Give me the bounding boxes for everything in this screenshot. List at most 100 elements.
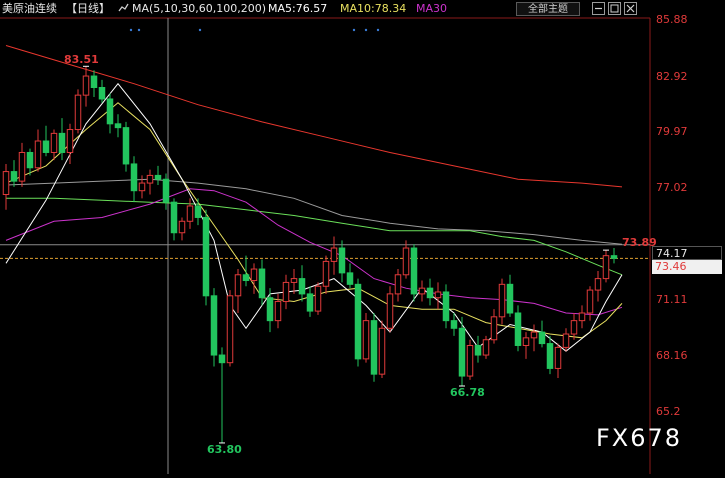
candle-up (138, 182, 146, 192)
candle-down (42, 140, 50, 153)
restore-icon[interactable] (608, 2, 621, 15)
candle-down (106, 98, 114, 125)
candle-down (514, 312, 522, 346)
watermark-logo: FX678 (596, 424, 683, 452)
candle-up (378, 327, 386, 375)
candlestick-chart[interactable] (0, 0, 725, 474)
event-marker (352, 28, 356, 32)
candle-up (178, 220, 186, 234)
candle-down (242, 274, 250, 282)
event-marker (129, 28, 133, 32)
candle-up (498, 283, 506, 318)
event-marker (137, 28, 141, 32)
candle-up (66, 129, 74, 153)
ma10-value: MA10:78.34 (340, 2, 407, 15)
candle-down (98, 87, 106, 100)
candle-up (490, 316, 498, 341)
candle-up (314, 285, 322, 312)
candle-down (410, 247, 418, 295)
y-tick-label: 85.88 (656, 13, 688, 26)
recent-high-annotation: 73.89 (622, 236, 657, 249)
candle-down (218, 354, 226, 364)
candle-up (282, 281, 290, 303)
candle-up (362, 320, 370, 360)
symbol-title: 美原油连续 (2, 2, 57, 15)
y-tick-label: 77.02 (656, 181, 688, 194)
ma100-line (5, 178, 623, 245)
candle-down (546, 343, 554, 369)
candle-down (338, 247, 346, 274)
candle-down (90, 75, 98, 89)
candle-up (562, 333, 570, 348)
candle-down (354, 283, 362, 360)
candle-down (10, 171, 18, 182)
candle-down (538, 331, 546, 345)
candle-down (370, 320, 378, 375)
chart-canvas[interactable] (0, 0, 725, 474)
candle-down (154, 174, 162, 180)
ma60-line (6, 197, 623, 276)
candle-up (586, 289, 594, 314)
event-marker (376, 28, 380, 32)
candle-up (290, 278, 298, 283)
candle-up (330, 247, 338, 262)
candle-up (18, 151, 26, 182)
candle-down (58, 132, 66, 153)
crosshair-price-tag: 74.17 (652, 246, 722, 260)
candle-up (226, 295, 234, 364)
y-tick-label: 68.16 (656, 349, 688, 362)
candle-down (202, 216, 210, 297)
candle-down (26, 151, 34, 169)
candle-down (306, 293, 314, 312)
candle-down (210, 295, 218, 356)
candle-up (250, 268, 258, 282)
candle-up (186, 205, 194, 222)
candle-up (74, 94, 82, 131)
candle-up (322, 260, 330, 287)
candle-up (466, 344, 474, 377)
candle-down (258, 268, 266, 299)
minimize-icon[interactable] (592, 2, 605, 15)
candle-up (82, 75, 90, 96)
candle-down (474, 344, 482, 356)
candle-up (570, 320, 578, 335)
event-marker (364, 28, 368, 32)
period-label[interactable]: 【日线】 (66, 2, 110, 16)
ma200-line (5, 45, 623, 188)
candle-up (554, 346, 562, 369)
candle-up (274, 301, 282, 322)
candle-down (610, 255, 618, 259)
candle-up (578, 312, 586, 322)
candle-up (482, 339, 490, 356)
chart-style-icon[interactable] (118, 2, 129, 17)
y-tick-label: 79.97 (656, 125, 688, 138)
all-themes-button[interactable]: 全部主题 (516, 2, 580, 16)
low-annotation: 66.78 (450, 386, 485, 399)
candle-down (130, 163, 138, 192)
candle-down (170, 201, 178, 234)
ma5-value: MA5:76.57 (268, 2, 328, 15)
current-price-tag: 73.46 (652, 260, 722, 274)
y-tick-label: 71.11 (656, 293, 688, 306)
close-icon[interactable] (624, 2, 637, 15)
high-annotation: 83.51 (64, 53, 99, 66)
candle-up (146, 174, 154, 184)
candle-up (234, 274, 242, 297)
candle-up (34, 140, 42, 169)
candle-down (346, 272, 354, 285)
candle-down (426, 287, 434, 299)
ma-params-label[interactable]: MA(5,10,30,60,100,200) (132, 2, 266, 16)
y-tick-label: 82.92 (656, 70, 688, 83)
candle-down (442, 291, 450, 322)
candle-up (402, 247, 410, 276)
y-tick-label: 65.2 (656, 405, 681, 418)
candle-down (506, 283, 514, 314)
event-marker (198, 28, 202, 32)
candle-up (2, 171, 10, 196)
candle-down (114, 123, 122, 129)
candle-up (394, 274, 402, 295)
candle-up (602, 255, 610, 280)
candle-up (522, 337, 530, 346)
candle-up (418, 287, 426, 295)
candle-down (162, 178, 170, 203)
